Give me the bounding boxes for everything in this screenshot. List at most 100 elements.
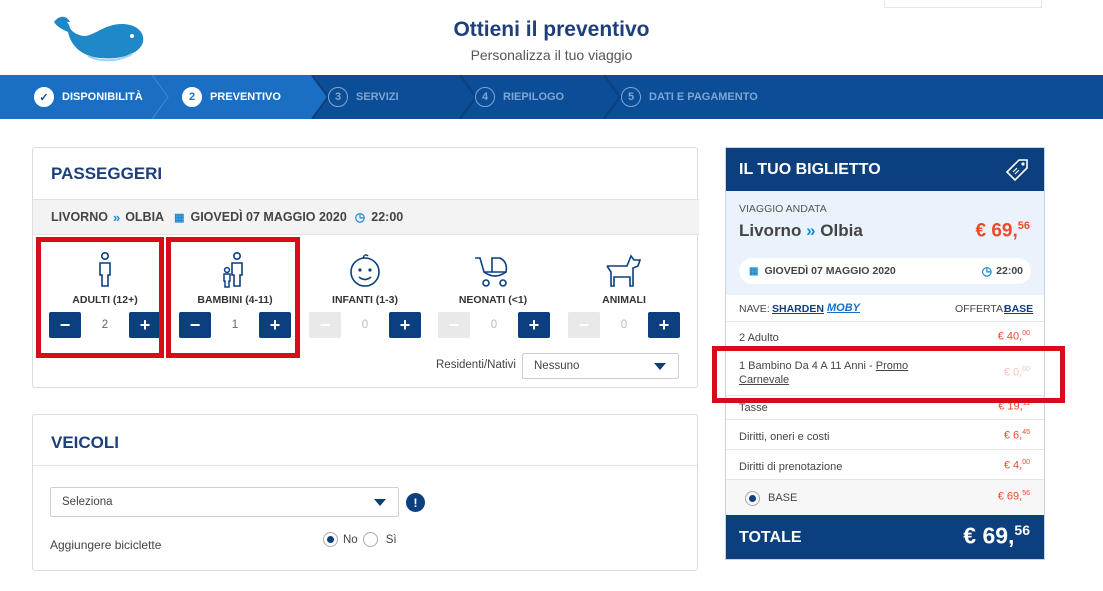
infants-minus-button[interactable]: − <box>309 312 341 338</box>
price-row-value: € 6,45 <box>1004 429 1030 442</box>
route-date: GIOVEDÌ 07 MAGGIO 2020 <box>190 210 347 224</box>
pax-infants: INFANTI (1-3) <box>305 250 425 306</box>
animals-stepper: − 0 + <box>568 312 680 338</box>
price-cents: 56 <box>1022 490 1030 497</box>
ticket-header: IL TUO BIGLIETTO <box>726 148 1044 191</box>
step-preventivo[interactable]: 2 PREVENTIVO <box>182 75 281 119</box>
radio-si-label: Sì <box>385 533 397 546</box>
double-chevron-icon: » <box>112 209 121 225</box>
trip-time: 22:00 <box>996 265 1023 277</box>
residents-select[interactable]: Nessuno <box>522 353 679 379</box>
radio-no-label: No <box>343 533 358 546</box>
infants-plus-button[interactable]: + <box>389 312 421 338</box>
passengers-title: PASSEGGERI <box>51 164 163 183</box>
ticket-title: IL TUO BIGLIETTO <box>739 160 881 178</box>
price-cents: 00 <box>1022 459 1030 466</box>
vehicle-select[interactable]: Seleziona <box>50 487 399 517</box>
total-price: € 69,56 <box>963 522 1030 550</box>
top-account-box[interactable] <box>884 0 1042 8</box>
check-icon: ✓ <box>34 87 54 107</box>
animals-minus-button[interactable]: − <box>568 312 600 338</box>
info-icon[interactable]: ! <box>406 493 425 512</box>
bicycles-label: Aggiungere biciclette <box>50 538 162 552</box>
chevron-down-icon <box>654 363 666 370</box>
clock-icon: ◷ <box>354 210 366 224</box>
newborns-stepper: − 0 + <box>438 312 550 338</box>
divider <box>33 465 697 466</box>
ship-row: NAVE: SHARDEN MOBY OFFERTA: BASE <box>726 295 1044 322</box>
pax-label: ANIMALI <box>602 294 646 306</box>
tag-icon <box>1005 159 1028 182</box>
price-row-label: Diritti di prenotazione <box>739 461 843 473</box>
trip-price-cents: 56 <box>1017 220 1030 232</box>
highlight-adults <box>36 237 164 358</box>
price-row-value: € 69,56 <box>998 490 1030 503</box>
infant-icon <box>350 254 380 287</box>
infants-count: 0 <box>361 319 369 331</box>
trip-to: Olbia <box>820 221 863 240</box>
newborns-count: 0 <box>490 319 498 331</box>
radio-si[interactable] <box>362 532 378 547</box>
radio-no[interactable] <box>323 532 338 547</box>
price-main: € 40, <box>997 330 1023 343</box>
pax-newborns: NEONATI (<1) <box>433 250 553 306</box>
route-time: 22:00 <box>371 210 404 224</box>
step-label: DISPONIBILITÀ <box>62 91 143 103</box>
price-row-label: Tasse <box>739 402 768 414</box>
step-riepilogo: 4 RIEPILOGO <box>475 75 564 119</box>
trip-from: Livorno <box>739 221 802 240</box>
calendar-icon: ▦ <box>174 211 185 224</box>
bicycles-options: No Sì <box>323 532 397 547</box>
pax-label: NEONATI (<1) <box>458 294 528 306</box>
offerta-value-link[interactable]: BASE <box>1004 303 1033 315</box>
newborns-plus-button[interactable]: + <box>518 312 550 338</box>
page-header: Ottieni il preventivo Personalizza il tu… <box>0 0 1103 75</box>
nave-label: NAVE: <box>739 303 770 315</box>
step-label: SERVIZI <box>356 91 399 103</box>
offerta-label: OFFERTA: <box>955 303 1006 315</box>
price-row-label: Diritti, oneri e costi <box>739 431 830 443</box>
animals-plus-button[interactable]: + <box>648 312 680 338</box>
price-main: € 69, <box>997 490 1023 503</box>
progress-steps: ✓ DISPONIBILITÀ 2 PREVENTIVO 3 SERVIZI 4… <box>0 75 1103 119</box>
price-row-label: 2 Adulto <box>739 332 779 344</box>
total-bar: TOTALE € 69,56 <box>726 515 1044 559</box>
trip-date-pill: ▦ GIOVEDÌ 07 MAGGIO 2020 ◷ 22:00 <box>739 258 1031 284</box>
route-to: OLBIA <box>125 210 165 224</box>
nave-value-link[interactable]: SHARDEN <box>772 303 824 315</box>
total-label: TOTALE <box>739 529 802 546</box>
double-chevron-icon: » <box>806 221 816 240</box>
step-number: 4 <box>475 87 495 107</box>
trip-section: VIAGGIO ANDATA Livorno » Olbia € 69,56 ▦… <box>726 191 1044 295</box>
page-subtitle: Personalizza il tuo viaggio <box>470 47 633 63</box>
price-main: € 4, <box>1003 459 1023 472</box>
price-row: Diritti di prenotazione € 4,00 <box>726 450 1044 480</box>
step-number: 3 <box>328 87 348 107</box>
total-cents: 56 <box>1014 522 1030 538</box>
step-label: PREVENTIVO <box>210 91 281 103</box>
route-bar: LIVORNO » OLBIA ▦ GIOVEDÌ 07 MAGGIO 2020… <box>33 199 699 235</box>
price-cents: 45 <box>1022 429 1030 436</box>
infants-stepper: − 0 + <box>309 312 421 338</box>
step-number: 2 <box>182 87 202 107</box>
step-dati-pagamento: 5 DATI E PAGAMENTO <box>621 75 758 119</box>
base-label: BASE <box>768 492 798 504</box>
page-title: Ottieni il preventivo <box>453 18 650 41</box>
stroller-icon <box>475 257 508 287</box>
price-row-value: € 4,00 <box>1004 459 1030 472</box>
pax-animals: ANIMALI <box>564 250 684 306</box>
step-servizi: 3 SERVIZI <box>328 75 399 119</box>
animals-count: 0 <box>620 319 628 331</box>
step-number: 5 <box>621 87 641 107</box>
moby-logo: MOBY <box>827 302 860 314</box>
radio-base[interactable] <box>745 491 760 506</box>
vehicles-card: VEICOLI Seleziona ! Aggiungere biciclett… <box>32 414 698 571</box>
trip-route: Livorno » Olbia <box>739 221 863 241</box>
residents-label: Residenti/Nativi <box>436 359 516 371</box>
step-label: DATI E PAGAMENTO <box>649 91 758 103</box>
step-disponibilita[interactable]: ✓ DISPONIBILITÀ <box>34 75 143 119</box>
price-cents: 00 <box>1022 330 1030 337</box>
newborns-minus-button[interactable]: − <box>438 312 470 338</box>
price-main: € 6, <box>1003 429 1023 442</box>
highlight-promo-row <box>712 346 1065 403</box>
